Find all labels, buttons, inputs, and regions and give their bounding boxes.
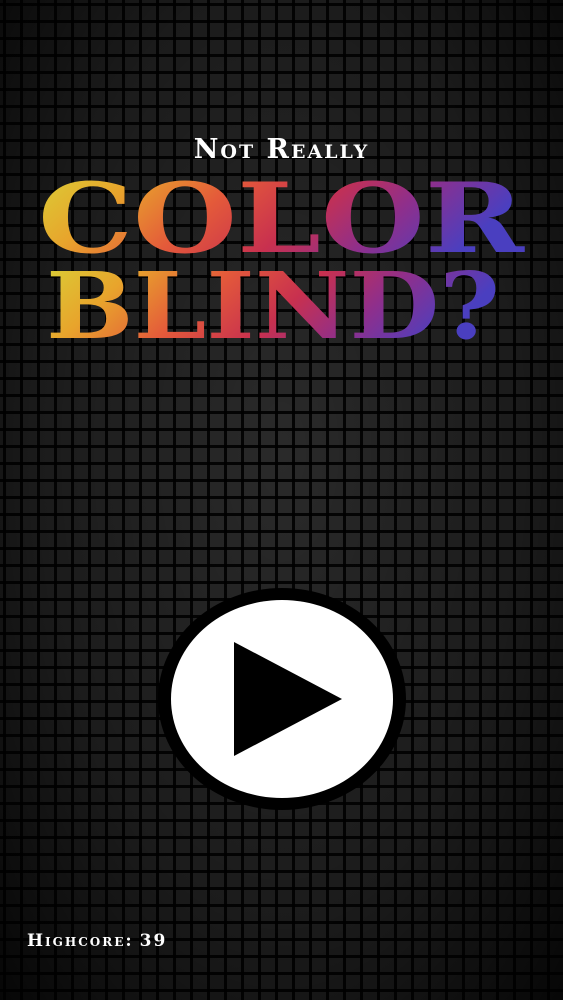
game-screen: Not Really COLOR BLIND? Highcore: 39 [0,0,563,1000]
highscore-label: Highcore: [27,931,134,951]
play-button[interactable] [158,588,406,810]
game-title: COLOR BLIND? [0,162,563,360]
highscore: Highcore: 39 [27,931,167,951]
title-logo: COLOR BLIND? [38,162,526,360]
highscore-value: 39 [139,931,168,951]
play-icon [234,642,342,756]
title-line-blind: BLIND? [46,252,500,348]
subtitle: Not Really [193,134,370,165]
